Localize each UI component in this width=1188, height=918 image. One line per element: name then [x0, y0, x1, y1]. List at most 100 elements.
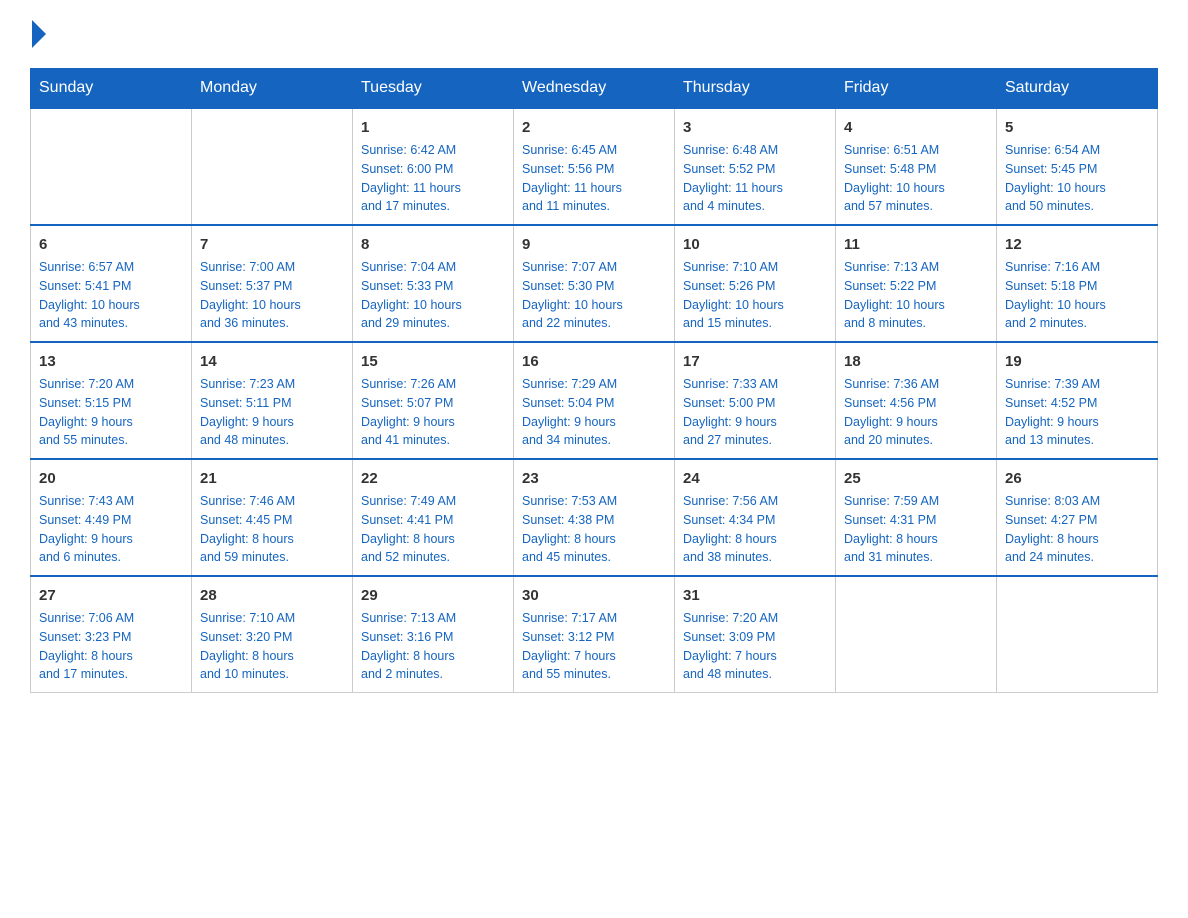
day-info: Sunrise: 7:13 AMSunset: 5:22 PMDaylight:… [844, 258, 988, 333]
day-info: Sunrise: 7:26 AMSunset: 5:07 PMDaylight:… [361, 375, 505, 450]
day-number: 30 [522, 585, 666, 606]
page-header [30, 20, 1158, 48]
day-cell: 25Sunrise: 7:59 AMSunset: 4:31 PMDayligh… [836, 459, 997, 576]
day-number: 23 [522, 468, 666, 489]
day-info: Sunrise: 6:57 AMSunset: 5:41 PMDaylight:… [39, 258, 183, 333]
day-number: 22 [361, 468, 505, 489]
day-cell: 2 Sunrise: 6:45 AMSunset: 5:56 PMDaylight… [514, 108, 675, 225]
day-number: 16 [522, 351, 666, 372]
day-number: 27 [39, 585, 183, 606]
day-cell: 3 Sunrise: 6:48 AMSunset: 5:52 PMDaylight… [675, 108, 836, 225]
day-number: 20 [39, 468, 183, 489]
day-number: 26 [1005, 468, 1149, 489]
column-header-sunday: Sunday [31, 69, 192, 109]
day-cell: 20 Sunrise: 7:43 AMSunset: 4:49 PMDayligh… [31, 459, 192, 576]
week-row-4: 20 Sunrise: 7:43 AMSunset: 4:49 PMDayligh… [31, 459, 1158, 576]
day-number: 5 [1005, 117, 1149, 138]
day-cell: 8 Sunrise: 7:04 AMSunset: 5:33 PMDaylight… [353, 225, 514, 342]
day-number: 13 [39, 351, 183, 372]
week-row-5: 27 Sunrise: 7:06 AMSunset: 3:23 PMDayligh… [31, 576, 1158, 693]
column-header-friday: Friday [836, 69, 997, 109]
day-cell: 15 Sunrise: 7:26 AMSunset: 5:07 PMDayligh… [353, 342, 514, 459]
calendar-header-row: SundayMondayTuesdayWednesdayThursdayFrid… [31, 69, 1158, 109]
day-number: 3 [683, 117, 827, 138]
day-info: Sunrise: 7:04 AMSunset: 5:33 PMDaylight:… [361, 258, 505, 333]
day-number: 18 [844, 351, 988, 372]
day-cell: 7 Sunrise: 7:00 AMSunset: 5:37 PMDaylight… [192, 225, 353, 342]
day-number: 4 [844, 117, 988, 138]
day-number: 24 [683, 468, 827, 489]
day-number: 11 [844, 234, 988, 255]
column-header-monday: Monday [192, 69, 353, 109]
day-cell: 22 Sunrise: 7:49 AMSunset: 4:41 PMDayligh… [353, 459, 514, 576]
day-cell: 12 Sunrise: 7:16 AMSunset: 5:18 PMDayligh… [997, 225, 1158, 342]
day-info: Sunrise: 7:46 AMSunset: 4:45 PMDaylight:… [200, 492, 344, 567]
day-number: 29 [361, 585, 505, 606]
day-info: Sunrise: 7:00 AMSunset: 5:37 PMDaylight:… [200, 258, 344, 333]
day-cell [997, 576, 1158, 693]
day-info: Sunrise: 7:43 AMSunset: 4:49 PMDaylight:… [39, 492, 183, 567]
day-cell: 28 Sunrise: 7:10 AMSunset: 3:20 PMDayligh… [192, 576, 353, 693]
day-number: 2 [522, 117, 666, 138]
day-cell: 29 Sunrise: 7:13 AMSunset: 3:16 PMDayligh… [353, 576, 514, 693]
day-info: Sunrise: 7:36 AMSunset: 4:56 PMDaylight:… [844, 375, 988, 450]
day-info: Sunrise: 6:51 AMSunset: 5:48 PMDaylight:… [844, 141, 988, 216]
day-number: 9 [522, 234, 666, 255]
day-cell [836, 576, 997, 693]
day-cell: 6Sunrise: 6:57 AMSunset: 5:41 PMDaylight… [31, 225, 192, 342]
day-number: 28 [200, 585, 344, 606]
day-info: Sunrise: 7:10 AMSunset: 3:20 PMDaylight:… [200, 609, 344, 684]
day-number: 12 [1005, 234, 1149, 255]
day-cell: 30 Sunrise: 7:17 AMSunset: 3:12 PMDayligh… [514, 576, 675, 693]
day-cell [31, 108, 192, 225]
day-number: 21 [200, 468, 344, 489]
day-cell: 24 Sunrise: 7:56 AMSunset: 4:34 PMDayligh… [675, 459, 836, 576]
day-info: Sunrise: 7:20 AMSunset: 5:15 PMDaylight:… [39, 375, 183, 450]
day-info: Sunrise: 6:54 AMSunset: 5:45 PMDaylight:… [1005, 141, 1149, 216]
day-cell: 5 Sunrise: 6:54 AMSunset: 5:45 PMDaylight… [997, 108, 1158, 225]
day-cell: 13 Sunrise: 7:20 AMSunset: 5:15 PMDayligh… [31, 342, 192, 459]
day-info: Sunrise: 7:23 AMSunset: 5:11 PMDaylight:… [200, 375, 344, 450]
day-number: 17 [683, 351, 827, 372]
column-header-tuesday: Tuesday [353, 69, 514, 109]
day-info: Sunrise: 6:42 AMSunset: 6:00 PMDaylight:… [361, 141, 505, 216]
day-info: Sunrise: 8:03 AMSunset: 4:27 PMDaylight:… [1005, 492, 1149, 567]
day-cell [192, 108, 353, 225]
day-cell: 1 Sunrise: 6:42 AMSunset: 6:00 PMDaylight… [353, 108, 514, 225]
day-cell: 21 Sunrise: 7:46 AMSunset: 4:45 PMDayligh… [192, 459, 353, 576]
day-info: Sunrise: 7:16 AMSunset: 5:18 PMDaylight:… [1005, 258, 1149, 333]
day-cell: 10Sunrise: 7:10 AMSunset: 5:26 PMDayligh… [675, 225, 836, 342]
day-number: 1 [361, 117, 505, 138]
day-number: 31 [683, 585, 827, 606]
day-info: Sunrise: 7:20 AMSunset: 3:09 PMDaylight:… [683, 609, 827, 684]
day-info: Sunrise: 7:33 AMSunset: 5:00 PMDaylight:… [683, 375, 827, 450]
day-cell: 23Sunrise: 7:53 AMSunset: 4:38 PMDayligh… [514, 459, 675, 576]
day-cell: 19 Sunrise: 7:39 AMSunset: 4:52 PMDayligh… [997, 342, 1158, 459]
day-number: 14 [200, 351, 344, 372]
logo-arrow-icon [32, 20, 46, 48]
day-info: Sunrise: 6:48 AMSunset: 5:52 PMDaylight:… [683, 141, 827, 216]
day-cell: 18 Sunrise: 7:36 AMSunset: 4:56 PMDayligh… [836, 342, 997, 459]
day-cell: 27 Sunrise: 7:06 AMSunset: 3:23 PMDayligh… [31, 576, 192, 693]
day-info: Sunrise: 7:07 AMSunset: 5:30 PMDaylight:… [522, 258, 666, 333]
day-info: Sunrise: 7:56 AMSunset: 4:34 PMDaylight:… [683, 492, 827, 567]
day-number: 19 [1005, 351, 1149, 372]
day-info: Sunrise: 7:39 AMSunset: 4:52 PMDaylight:… [1005, 375, 1149, 450]
day-cell: 11 Sunrise: 7:13 AMSunset: 5:22 PMDayligh… [836, 225, 997, 342]
day-info: Sunrise: 7:06 AMSunset: 3:23 PMDaylight:… [39, 609, 183, 684]
day-cell: 26 Sunrise: 8:03 AMSunset: 4:27 PMDayligh… [997, 459, 1158, 576]
day-cell: 4 Sunrise: 6:51 AMSunset: 5:48 PMDaylight… [836, 108, 997, 225]
week-row-3: 13 Sunrise: 7:20 AMSunset: 5:15 PMDayligh… [31, 342, 1158, 459]
day-info: Sunrise: 7:13 AMSunset: 3:16 PMDaylight:… [361, 609, 505, 684]
day-info: Sunrise: 7:17 AMSunset: 3:12 PMDaylight:… [522, 609, 666, 684]
day-number: 15 [361, 351, 505, 372]
calendar-table: SundayMondayTuesdayWednesdayThursdayFrid… [30, 68, 1158, 693]
day-info: Sunrise: 7:10 AMSunset: 5:26 PMDaylight:… [683, 258, 827, 333]
day-number: 8 [361, 234, 505, 255]
day-cell: 9 Sunrise: 7:07 AMSunset: 5:30 PMDaylight… [514, 225, 675, 342]
week-row-1: 1 Sunrise: 6:42 AMSunset: 6:00 PMDaylight… [31, 108, 1158, 225]
day-info: Sunrise: 7:49 AMSunset: 4:41 PMDaylight:… [361, 492, 505, 567]
day-info: Sunrise: 6:45 AMSunset: 5:56 PMDaylight:… [522, 141, 666, 216]
column-header-wednesday: Wednesday [514, 69, 675, 109]
day-number: 7 [200, 234, 344, 255]
